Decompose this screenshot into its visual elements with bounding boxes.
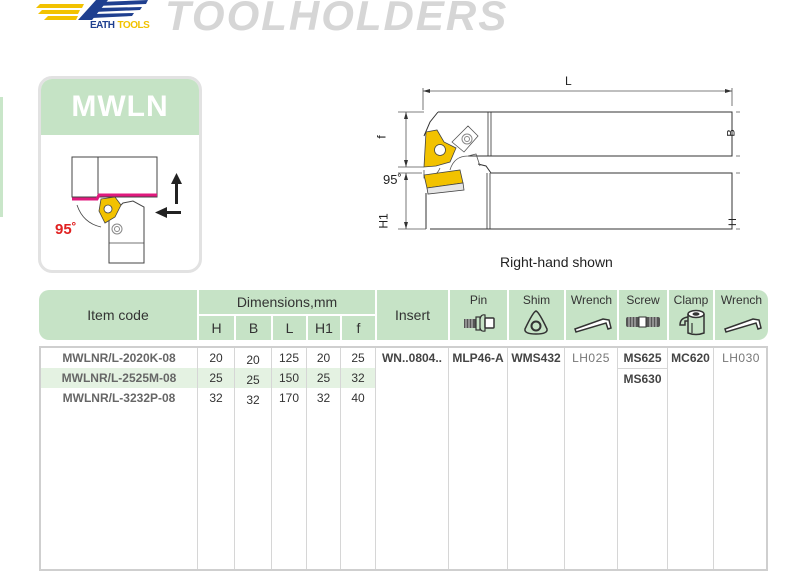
dim-L: 150 bbox=[278, 371, 300, 385]
wrench-2-code: LH030 bbox=[722, 351, 760, 365]
brand-logo: EATH TOOLS bbox=[36, 0, 156, 36]
table-row: MWLNR/L-3232P-08 32 32 170 32 40 bbox=[41, 388, 375, 408]
dim-H1: 25 bbox=[316, 371, 331, 385]
header-pin: Pin bbox=[469, 293, 488, 307]
item-code: MWLNR/L-3232P-08 bbox=[62, 391, 176, 405]
screw-icon bbox=[626, 316, 660, 328]
logo-wings-icon bbox=[36, 0, 148, 20]
header-dim-H: H bbox=[211, 320, 222, 336]
shim-code: WMS432 bbox=[511, 351, 561, 365]
screw-code: MS625 bbox=[623, 351, 662, 365]
drawing-caption: Right-hand shown bbox=[500, 254, 613, 270]
page-title: TOOLHOLDERS bbox=[165, 0, 509, 39]
pin-code: MLP46-A bbox=[452, 351, 504, 365]
clamp-code: MC620 bbox=[671, 351, 710, 365]
dim-f: 40 bbox=[351, 391, 365, 405]
header-dim-L: L bbox=[285, 320, 294, 336]
dim-H: 25 bbox=[209, 371, 223, 385]
table-row: MWLNR/L-2020K-08 20 20 125 20 25 bbox=[41, 348, 375, 368]
dim-label-L: L bbox=[565, 74, 572, 88]
side-tab-strip bbox=[0, 97, 3, 217]
toolholder-dimension-drawing bbox=[398, 88, 740, 230]
dim-B: 20 bbox=[246, 353, 260, 367]
header-wrench-2: Wrench bbox=[720, 293, 763, 307]
dim-label-f: f bbox=[374, 135, 389, 139]
wrench-1-code: LH025 bbox=[572, 351, 610, 365]
item-code: MWLNR/L-2525M-08 bbox=[61, 371, 177, 385]
header-screw: Screw bbox=[626, 293, 660, 307]
header-wrench-1: Wrench bbox=[570, 293, 613, 307]
type-card-title: MWLN bbox=[71, 90, 169, 123]
header-dim-f: f bbox=[356, 320, 361, 336]
dim-f: 25 bbox=[351, 351, 365, 365]
dim-H1: 20 bbox=[316, 351, 331, 365]
logo-word-tools: TOOLS bbox=[117, 20, 150, 31]
screw-code: MS630 bbox=[623, 372, 662, 386]
dim-f: 32 bbox=[351, 371, 365, 385]
header-insert: Insert bbox=[394, 307, 430, 323]
table-row: MWLNR/L-2525M-08 25 25 150 25 32 bbox=[41, 368, 375, 388]
dim-label-angle: 95˚ bbox=[383, 172, 402, 187]
header-clamp: Clamp bbox=[673, 293, 709, 307]
type-card: MWLN 95˚ bbox=[38, 76, 202, 273]
dim-H: 20 bbox=[209, 351, 223, 365]
dim-L: 170 bbox=[278, 391, 300, 405]
header-dim-B: B bbox=[248, 320, 259, 336]
dim-H: 32 bbox=[209, 391, 223, 405]
dim-label-B: B bbox=[725, 129, 738, 137]
item-code: MWLNR/L-2020K-08 bbox=[62, 351, 176, 365]
card-angle-label: 95˚ bbox=[55, 221, 77, 238]
header-dim-H1: H1 bbox=[315, 320, 333, 336]
insert-code: WN..0804.. bbox=[381, 351, 443, 365]
header-shim: Shim bbox=[522, 293, 551, 307]
dim-B: 32 bbox=[246, 393, 260, 407]
toolholder-top-view-icon bbox=[71, 156, 182, 264]
dim-B: 25 bbox=[246, 373, 260, 387]
shim-icon bbox=[524, 310, 548, 335]
header-dimensions: Dimensions,mm bbox=[236, 294, 338, 310]
pin-icon bbox=[464, 314, 495, 332]
dim-label-H: H bbox=[726, 218, 739, 226]
type-card-header: MWLN bbox=[41, 79, 199, 135]
dim-label-H1: H1 bbox=[376, 213, 391, 229]
table-header: Item code Dimensions,mm H B L H1 f Inser… bbox=[39, 290, 768, 340]
table-body: MWLNR/L-2020K-08 20 20 125 20 25 MWLNR/L… bbox=[39, 346, 768, 571]
dim-H1: 32 bbox=[316, 391, 331, 405]
clamp-icon bbox=[679, 309, 705, 336]
wrench-icon bbox=[574, 318, 612, 333]
header-item-code: Item code bbox=[87, 307, 149, 323]
logo-word-eath: EATH bbox=[90, 20, 115, 31]
wrench-icon bbox=[724, 318, 762, 333]
dim-L: 125 bbox=[278, 351, 300, 365]
